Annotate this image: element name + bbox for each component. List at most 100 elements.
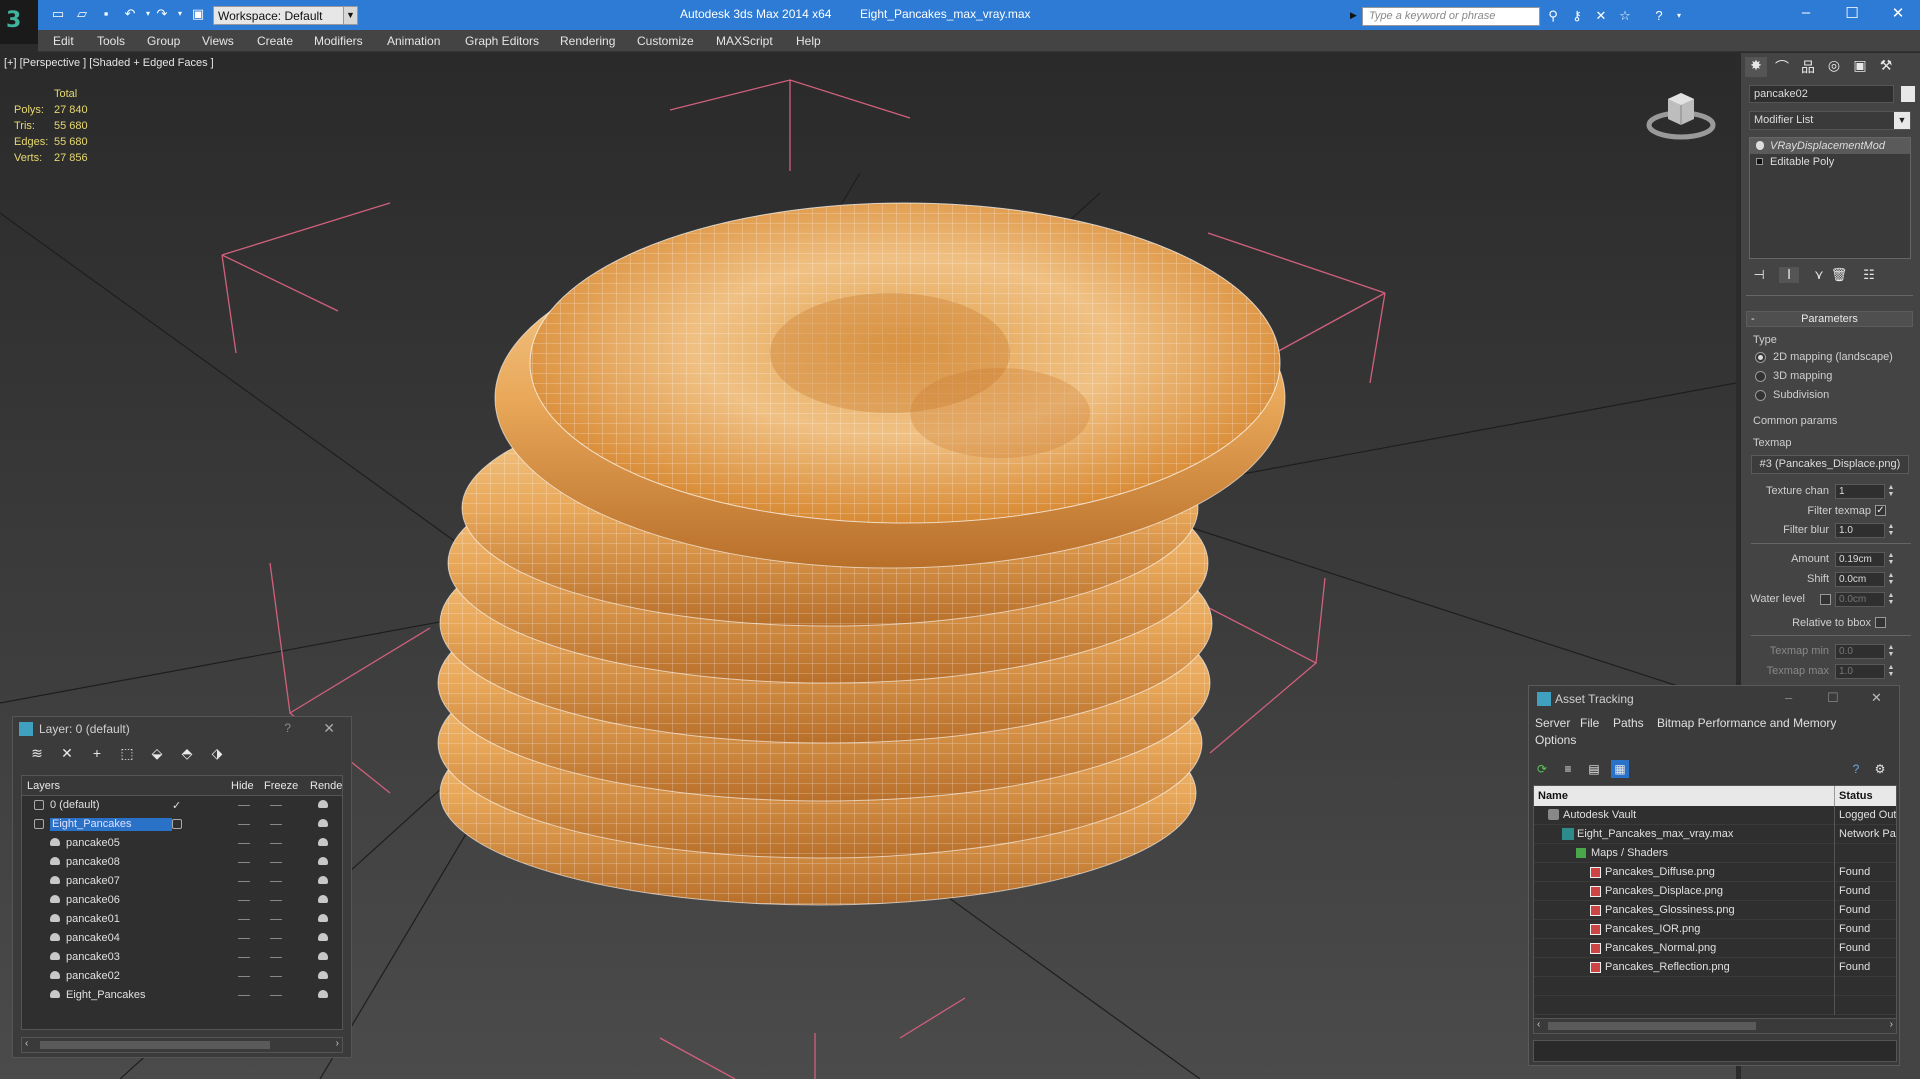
freeze-all-icon[interactable]: ⬗ [207,745,227,762]
freeze-toggle[interactable] [270,976,282,977]
layer-row[interactable]: Eight_Pancakes [22,815,342,834]
hide-toggle[interactable] [238,824,250,825]
asset-row[interactable]: Pancakes_IOR.png Found [1534,920,1896,939]
freeze-toggle[interactable] [270,938,282,939]
freeze-toggle[interactable] [270,824,282,825]
hold-icon[interactable]: ▣ [188,6,208,24]
freeze-toggle[interactable] [270,805,282,806]
radio-subdivision[interactable]: Subdivision [1755,389,1829,401]
render-teapot-icon[interactable] [318,933,328,941]
maximize-button[interactable]: ☐ [1832,4,1872,26]
object-row[interactable]: pancake02 [22,967,342,986]
texmap-min-spinner[interactable]: ▲ ▼ [1887,644,1895,659]
help-icon[interactable]: ? [1650,8,1668,24]
object-row[interactable]: pancake03 [22,948,342,967]
menu-animation[interactable]: Animation [387,34,440,48]
render-teapot-icon[interactable] [318,952,328,960]
asset-row[interactable]: Eight_Pancakes_max_vray.max Network Path [1534,825,1896,844]
filter-texmap-checkbox[interactable]: ✓ [1875,505,1886,516]
texmap-button[interactable]: #3 (Pancakes_Displace.png) [1751,455,1909,474]
menu-group[interactable]: Group [147,34,180,48]
hide-toggle[interactable] [238,938,250,939]
motion-tab-icon[interactable]: ◎ [1823,57,1845,77]
chevron-down-icon[interactable]: ▼ [1894,112,1910,129]
hide-toggle[interactable] [238,900,250,901]
texmap-min-field[interactable]: 0.0 [1835,644,1885,659]
water-level-spinner[interactable]: ▲ ▼ [1887,592,1895,607]
asset-close-button[interactable]: ✕ [1871,690,1882,706]
col-name[interactable]: Name [1538,790,1568,802]
add-to-layer-icon[interactable]: + [87,745,107,761]
list-view-icon[interactable]: ≡ [1559,760,1577,778]
workspace-dropdown-icon[interactable]: ▼ [343,6,358,25]
display-tab-icon[interactable]: ▣ [1849,57,1871,77]
menu-modifiers[interactable]: Modifiers [314,34,363,48]
save-icon[interactable]: ▪ [96,6,116,24]
hierarchy-tab-icon[interactable]: 品 [1797,57,1819,77]
highlight-layer-icon[interactable]: ⬙ [147,745,167,762]
hide-all-icon[interactable]: ⬘ [177,745,197,762]
object-row[interactable]: pancake04 [22,929,342,948]
parameters-rollout-header[interactable]: - Parameters [1746,311,1913,327]
app-logo-button[interactable]: 3 [0,0,38,44]
undo-icon[interactable]: ↶ [120,6,140,24]
asset-tracking-titlebar[interactable]: Asset Tracking – ☐ ✕ [1529,686,1899,712]
radio-2d-mapping[interactable]: 2D mapping (landscape) [1755,351,1893,363]
new-file-icon[interactable]: ▭ [48,6,68,24]
render-teapot-icon[interactable] [318,819,328,827]
viewport-label[interactable]: [+] [Perspective ] [Shaded + Edged Faces… [4,57,214,69]
collapse-icon[interactable]: - [1751,312,1755,326]
col-status[interactable]: Status [1839,790,1873,802]
utilities-tab-icon[interactable]: ⚒ [1875,57,1897,77]
asset-row[interactable]: Maps / Shaders [1534,844,1896,863]
asset-menu-server[interactable]: Server [1535,716,1570,730]
modifier-stack[interactable]: VRayDisplacementMod Editable Poly [1749,137,1911,259]
asset-tracking-window[interactable]: Asset Tracking – ☐ ✕ Server File Paths B… [1528,685,1900,1066]
menu-graph-editors[interactable]: Graph Editors [465,34,539,48]
filter-blur-field[interactable]: 1.0 [1835,523,1885,538]
object-row[interactable]: Eight_Pancakes [22,986,342,1005]
asset-path-field[interactable] [1533,1040,1897,1062]
pin-stack-icon[interactable]: ⊣ [1749,267,1769,283]
hide-toggle[interactable] [238,805,250,806]
grid-view-icon[interactable]: ▦ [1611,760,1629,778]
refresh-icon[interactable]: ⟳ [1533,760,1551,778]
help-icon[interactable]: ? [1847,760,1865,778]
object-row[interactable]: pancake06 [22,891,342,910]
menu-tools[interactable]: Tools [97,34,125,48]
amount-field[interactable]: 0.19cm [1835,552,1885,567]
freeze-toggle[interactable] [270,919,282,920]
freeze-toggle[interactable] [270,843,282,844]
freeze-toggle[interactable] [270,957,282,958]
asset-maximize-button[interactable]: ☐ [1827,690,1839,706]
table-view-icon[interactable]: ▤ [1585,760,1603,778]
texmap-max-spinner[interactable]: ▲ ▼ [1887,664,1895,679]
viewcube-icon[interactable] [1646,85,1716,145]
render-teapot-icon[interactable] [318,914,328,922]
search-input[interactable]: Type a keyword or phrase [1362,7,1540,26]
freeze-toggle[interactable] [270,862,282,863]
scroll-right-icon[interactable]: › [336,1038,339,1049]
search-expand-icon[interactable]: ▶ [1350,10,1357,21]
shift-spinner[interactable]: ▲ ▼ [1887,572,1895,587]
texmap-max-field[interactable]: 1.0 [1835,664,1885,679]
asset-list[interactable]: Name Status Autodesk Vault Logged Out Eigh… [1533,785,1897,1019]
asset-menu-bitmap-performance[interactable]: Bitmap Performance and Memory [1657,716,1836,730]
stack-item-editable-poly[interactable]: Editable Poly [1750,154,1910,170]
layer-explorer-window[interactable]: Layer: 0 (default) ? ✕ ≋ ✕ + ⬚ ⬙ ⬘ ⬗ Lay… [12,716,352,1058]
layer-horizontal-scrollbar[interactable]: ‹ › [21,1037,343,1053]
open-file-icon[interactable]: ▱ [72,6,92,24]
freeze-toggle[interactable] [270,900,282,901]
asset-scrollbar-thumb[interactable] [1548,1022,1756,1030]
scroll-right-icon[interactable]: › [1890,1019,1893,1030]
hide-toggle[interactable] [238,957,250,958]
close-button[interactable]: ✕ [1878,4,1918,26]
layer-row[interactable]: 0 (default) ✓ [22,796,342,815]
menu-create[interactable]: Create [257,34,293,48]
hide-toggle[interactable] [238,919,250,920]
redo-icon[interactable]: ↷ [152,6,172,24]
water-level-field[interactable]: 0.0cm [1835,592,1885,607]
communication-icon[interactable]: ✕ [1592,8,1610,24]
radio-3d-mapping[interactable]: 3D mapping [1755,370,1832,382]
asset-menu-file[interactable]: File [1580,716,1599,730]
